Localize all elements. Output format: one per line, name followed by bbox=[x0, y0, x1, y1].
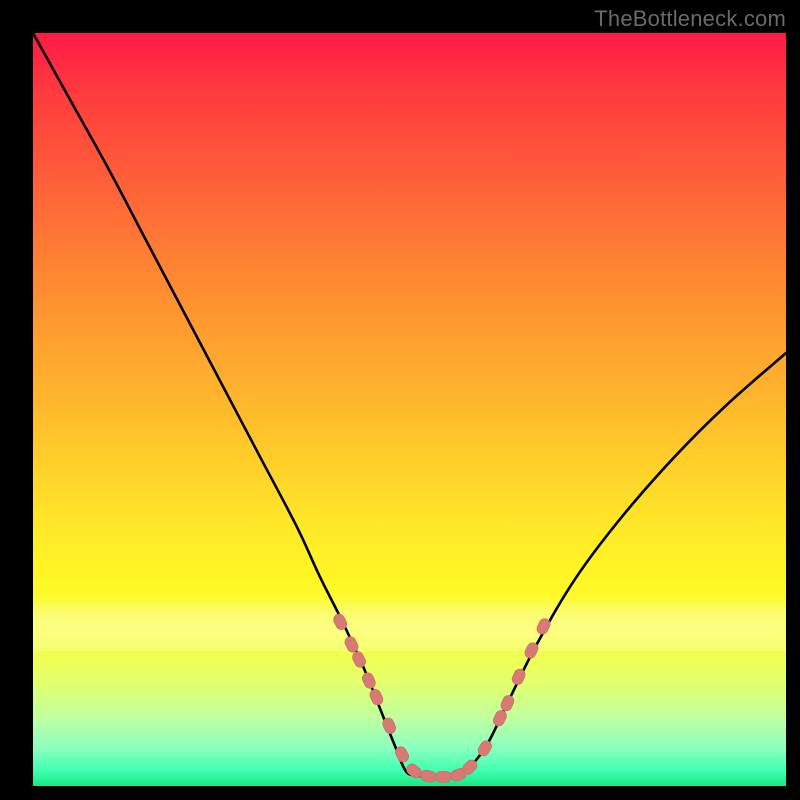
bottleneck-curve bbox=[33, 33, 786, 777]
valley-marker bbox=[499, 694, 516, 713]
watermark-text: TheBottleneck.com bbox=[594, 6, 786, 32]
chart-frame: TheBottleneck.com bbox=[0, 0, 800, 800]
valley-marker bbox=[419, 769, 437, 783]
valley-markers bbox=[332, 612, 552, 783]
valley-marker bbox=[368, 688, 385, 707]
curve-path bbox=[33, 33, 786, 777]
valley-marker bbox=[351, 650, 368, 669]
curve-layer bbox=[33, 33, 786, 786]
valley-marker bbox=[435, 771, 452, 783]
valley-marker bbox=[361, 671, 378, 690]
plot-area bbox=[33, 33, 786, 786]
valley-marker bbox=[491, 709, 508, 728]
